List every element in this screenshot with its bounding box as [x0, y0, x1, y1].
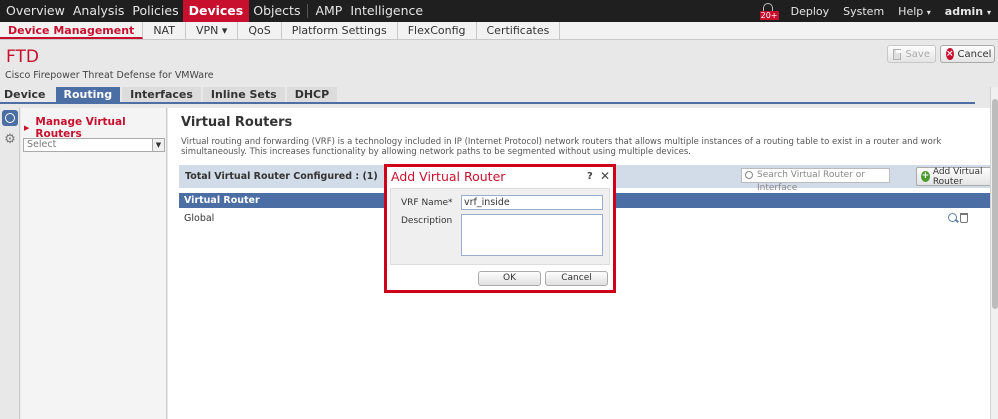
- tab-inline-sets[interactable]: Inline Sets: [202, 87, 285, 102]
- nav-devices[interactable]: Devices: [182, 0, 250, 22]
- virtual-router-icon[interactable]: [2, 110, 18, 126]
- manage-virtual-routers-label: Manage Virtual Routers: [35, 116, 126, 140]
- ok-button[interactable]: OK: [478, 271, 541, 286]
- subnav-device-management[interactable]: Device Management: [0, 22, 144, 39]
- user-name: admin: [944, 4, 984, 18]
- dialog-body: VRF Name* Description: [390, 188, 610, 265]
- add-virtual-router-label: Add Virtual Router: [932, 166, 983, 187]
- add-virtual-router-button[interactable]: + Add Virtual Router: [916, 166, 998, 187]
- caret-right-icon: ▶: [24, 124, 30, 132]
- nav-intelligence[interactable]: Intelligence: [346, 0, 427, 22]
- trash-icon[interactable]: [960, 213, 968, 223]
- nav-analysis[interactable]: Analysis: [69, 0, 129, 22]
- description-textarea[interactable]: [461, 214, 603, 256]
- chevron-down-icon: ▼: [152, 139, 164, 151]
- search-icon: [745, 171, 753, 179]
- nav-policies[interactable]: Policies: [128, 0, 182, 22]
- manage-virtual-routers-link[interactable]: ▶ Manage Virtual Routers: [24, 116, 166, 140]
- add-virtual-router-dialog: Add Virtual Router ? ✕ VRF Name* Descrip…: [384, 164, 616, 293]
- vrf-name-input[interactable]: [461, 195, 603, 210]
- help-label: Help: [898, 4, 924, 18]
- description-label: Description: [401, 216, 453, 226]
- tab-dhcp[interactable]: DHCP: [286, 87, 338, 102]
- vrf-name-label: VRF Name*: [401, 198, 453, 208]
- left-panel: ▶ Manage Virtual Routers Select ▼: [21, 108, 167, 419]
- nav-divider: [307, 4, 309, 18]
- save-label: Save: [905, 48, 930, 60]
- device-subtitle: Cisco Firepower Threat Defense for VMWar…: [5, 70, 214, 81]
- page-scrollbar[interactable]: [990, 87, 998, 419]
- save-icon: [893, 48, 902, 60]
- alerts-indicator[interactable]: 20+: [759, 2, 779, 20]
- help-icon[interactable]: ?: [587, 171, 593, 182]
- cancel-button[interactable]: × Cancel: [940, 45, 995, 63]
- page-description: Virtual routing and forwarding (VRF) is …: [181, 137, 942, 157]
- page-title: Virtual Routers: [181, 115, 293, 130]
- tab-device[interactable]: Device: [0, 87, 54, 102]
- system-link[interactable]: System: [836, 5, 891, 18]
- row-name: Global: [184, 213, 215, 224]
- help-menu[interactable]: Help ▾: [891, 5, 938, 18]
- edit-icon[interactable]: [948, 213, 957, 222]
- scrollbar-thumb[interactable]: [992, 99, 998, 309]
- subnav-nat[interactable]: NAT: [143, 22, 186, 39]
- user-menu[interactable]: admin ▾: [938, 5, 998, 18]
- search-input[interactable]: Search Virtual Router or Interface: [741, 168, 890, 193]
- sub-navigation: Device Management NAT VPN ▾ QoS Platform…: [0, 22, 998, 40]
- subnav-vpn[interactable]: VPN ▾: [186, 22, 239, 39]
- cancel-button[interactable]: Cancel: [545, 271, 608, 286]
- subnav-certificates[interactable]: Certificates: [477, 22, 561, 39]
- device-tabs: Device Routing Interfaces Inline Sets DH…: [0, 87, 975, 104]
- alert-count: 20+: [759, 11, 779, 20]
- top-right-menu: 20+ Deploy System Help ▾ admin ▾: [759, 0, 998, 22]
- deploy-link[interactable]: Deploy: [784, 5, 837, 18]
- search-placeholder: Search Virtual Router or Interface: [757, 170, 865, 193]
- nav-overview[interactable]: Overview: [0, 0, 69, 22]
- subnav-flexconfig[interactable]: FlexConfig: [398, 22, 477, 39]
- close-icon[interactable]: ✕: [600, 169, 610, 183]
- nav-amp[interactable]: AMP: [311, 0, 346, 22]
- tab-interfaces[interactable]: Interfaces: [122, 87, 201, 102]
- plus-icon: +: [921, 171, 930, 182]
- subnav-qos[interactable]: QoS: [238, 22, 282, 39]
- total-count-label: Total Virtual Router Configured : (1): [185, 171, 378, 182]
- nav-objects[interactable]: Objects: [249, 0, 304, 22]
- cancel-label: Cancel: [957, 48, 992, 60]
- select-value: Select: [27, 139, 57, 150]
- virtual-router-select[interactable]: Select ▼: [23, 138, 165, 152]
- subnav-platform-settings[interactable]: Platform Settings: [282, 22, 398, 39]
- top-navigation: Overview Analysis Policies Devices Objec…: [0, 0, 998, 22]
- chevron-down-icon: ▾: [926, 7, 931, 17]
- column-virtual-router: Virtual Router: [184, 195, 260, 206]
- device-title: FTD: [6, 47, 39, 67]
- left-rail: ⚙: [0, 108, 20, 419]
- gear-icon[interactable]: ⚙: [2, 132, 18, 148]
- tab-routing[interactable]: Routing: [55, 87, 121, 102]
- chevron-down-icon: ▾: [986, 7, 991, 17]
- row-actions: [948, 213, 968, 223]
- dialog-title: Add Virtual Router: [391, 169, 506, 184]
- close-icon: ×: [946, 48, 954, 60]
- save-button[interactable]: Save: [887, 45, 936, 63]
